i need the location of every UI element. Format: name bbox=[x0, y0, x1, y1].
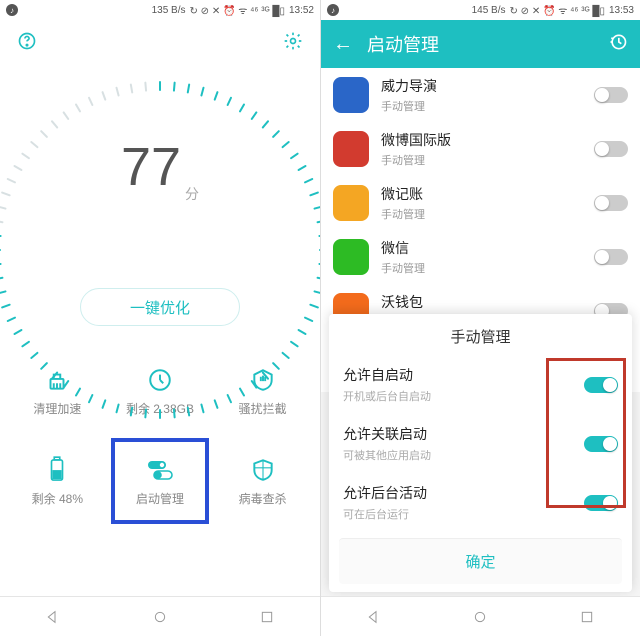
confirm-button[interactable]: 确定 bbox=[339, 538, 622, 584]
app-icon bbox=[333, 131, 369, 167]
toggle-autostart[interactable] bbox=[584, 377, 618, 393]
app-row[interactable]: 威力导演手动管理 bbox=[321, 68, 640, 122]
app-icon bbox=[333, 185, 369, 221]
row-title: 允许自启动 bbox=[343, 365, 584, 385]
dialog-row-autostart: 允许自启动 开机或后台自启动 bbox=[329, 355, 632, 414]
dialog-row-associated: 允许关联启动 可被其他应用启动 bbox=[329, 414, 632, 473]
status-time: 13:52 bbox=[289, 5, 314, 16]
cell-label: 病毒查杀 bbox=[239, 490, 287, 507]
shield-icon bbox=[249, 456, 277, 484]
cell-label: 启动管理 bbox=[136, 490, 184, 507]
app-toggle[interactable] bbox=[594, 141, 628, 157]
manual-manage-dialog: 手动管理 允许自启动 开机或后台自启动 允许关联启动 可被其他应用启动 允许后台… bbox=[329, 314, 632, 592]
score-gauge: 77分 bbox=[0, 52, 320, 282]
row-sub: 可被其他应用启动 bbox=[343, 447, 584, 463]
app-row[interactable]: 微记账手动管理 bbox=[321, 176, 640, 230]
back-icon[interactable]: ← bbox=[333, 33, 353, 56]
battery-icon bbox=[43, 456, 71, 484]
startup-manager-screen: ♪ 145 B/s ↻ ⊘ ✕ ⏰ ᯤ ⁴⁶ ³ᴳ █▯ 13:53 ← 启动管… bbox=[320, 0, 640, 636]
help-icon[interactable] bbox=[16, 30, 38, 52]
app-name: 微记账 bbox=[381, 184, 582, 204]
app-toggle[interactable] bbox=[594, 87, 628, 103]
toggle-background[interactable] bbox=[584, 495, 618, 511]
cell-label: 骚扰拦截 bbox=[239, 400, 287, 417]
cell-startup-manager[interactable]: 启动管理 bbox=[109, 436, 212, 526]
hand-icon bbox=[249, 366, 277, 394]
app-name: 微博国际版 bbox=[381, 130, 582, 150]
storage-icon bbox=[146, 366, 174, 394]
nav-recent-icon[interactable] bbox=[259, 609, 275, 625]
app-name: 微信 bbox=[381, 238, 582, 258]
score-unit: 分 bbox=[185, 186, 199, 202]
cell-block[interactable]: 骚扰拦截 bbox=[211, 346, 314, 436]
nav-home-icon[interactable] bbox=[472, 609, 488, 625]
cell-cleanup[interactable]: 清理加速 bbox=[6, 346, 109, 436]
status-speed: 135 B/s bbox=[152, 5, 186, 16]
row-sub: 可在后台运行 bbox=[343, 506, 584, 522]
status-bar: ♪ 135 B/s ↻ ⊘ ✕ ⏰ ᯤ ⁴⁶ ³ᴳ █▯ 13:52 bbox=[0, 0, 320, 20]
dialog-title: 手动管理 bbox=[329, 314, 632, 355]
app-row[interactable]: 微信手动管理 bbox=[321, 230, 640, 284]
notification-icon: ♪ bbox=[327, 4, 339, 16]
phone-manager-screen: ♪ 135 B/s ↻ ⊘ ✕ ⏰ ᯤ ⁴⁶ ³ᴳ █▯ 13:52 77分 一… bbox=[0, 0, 320, 636]
row-sub: 开机或后台自启动 bbox=[343, 388, 584, 404]
app-toggle[interactable] bbox=[594, 249, 628, 265]
app-name: 威力导演 bbox=[381, 76, 582, 96]
cell-label: 剩余 48% bbox=[32, 490, 83, 507]
cell-virus[interactable]: 病毒查杀 bbox=[211, 436, 314, 526]
app-name: 沃钱包 bbox=[381, 292, 582, 312]
app-header: ← 启动管理 bbox=[321, 20, 640, 68]
android-navbar bbox=[321, 596, 640, 636]
app-sub: 手动管理 bbox=[381, 260, 582, 276]
app-sub: 手动管理 bbox=[381, 152, 582, 168]
status-icons: ↻ ⊘ ✕ ⏰ ᯤ ⁴⁶ ³ᴳ █▯ bbox=[190, 3, 285, 17]
row-title: 允许后台活动 bbox=[343, 483, 584, 503]
android-navbar bbox=[0, 596, 320, 636]
cell-storage[interactable]: 剩余 2.38GB bbox=[109, 346, 212, 436]
nav-back-icon[interactable] bbox=[45, 609, 61, 625]
app-row[interactable]: 微博国际版手动管理 bbox=[321, 122, 640, 176]
app-sub: 手动管理 bbox=[381, 98, 582, 114]
cell-label: 清理加速 bbox=[33, 400, 81, 417]
score-value: 77 bbox=[121, 137, 181, 197]
optimize-button[interactable]: 一键优化 bbox=[80, 288, 240, 326]
feature-grid: 清理加速 剩余 2.38GB 骚扰拦截 剩余 48% 启动管理 病毒查杀 bbox=[0, 346, 320, 526]
app-toggle[interactable] bbox=[594, 195, 628, 211]
status-time: 13:53 bbox=[609, 5, 634, 16]
page-title: 启动管理 bbox=[367, 31, 439, 57]
toggle-associated[interactable] bbox=[584, 436, 618, 452]
nav-home-icon[interactable] bbox=[152, 609, 168, 625]
status-bar: ♪ 145 B/s ↻ ⊘ ✕ ⏰ ᯤ ⁴⁶ ³ᴳ █▯ 13:53 bbox=[321, 0, 640, 20]
app-sub: 手动管理 bbox=[381, 206, 582, 222]
status-icons: ↻ ⊘ ✕ ⏰ ᯤ ⁴⁶ ³ᴳ █▯ bbox=[510, 3, 605, 17]
nav-back-icon[interactable] bbox=[366, 609, 382, 625]
app-icon bbox=[333, 77, 369, 113]
status-speed: 145 B/s bbox=[472, 5, 506, 16]
notification-icon: ♪ bbox=[6, 4, 18, 16]
history-icon[interactable] bbox=[608, 32, 628, 57]
app-icon bbox=[333, 239, 369, 275]
toggle-icon bbox=[146, 456, 174, 484]
gear-icon[interactable] bbox=[282, 30, 304, 52]
cell-battery[interactable]: 剩余 48% bbox=[6, 436, 109, 526]
row-title: 允许关联启动 bbox=[343, 424, 584, 444]
nav-recent-icon[interactable] bbox=[579, 609, 595, 625]
dialog-row-background: 允许后台活动 可在后台运行 bbox=[329, 473, 632, 532]
